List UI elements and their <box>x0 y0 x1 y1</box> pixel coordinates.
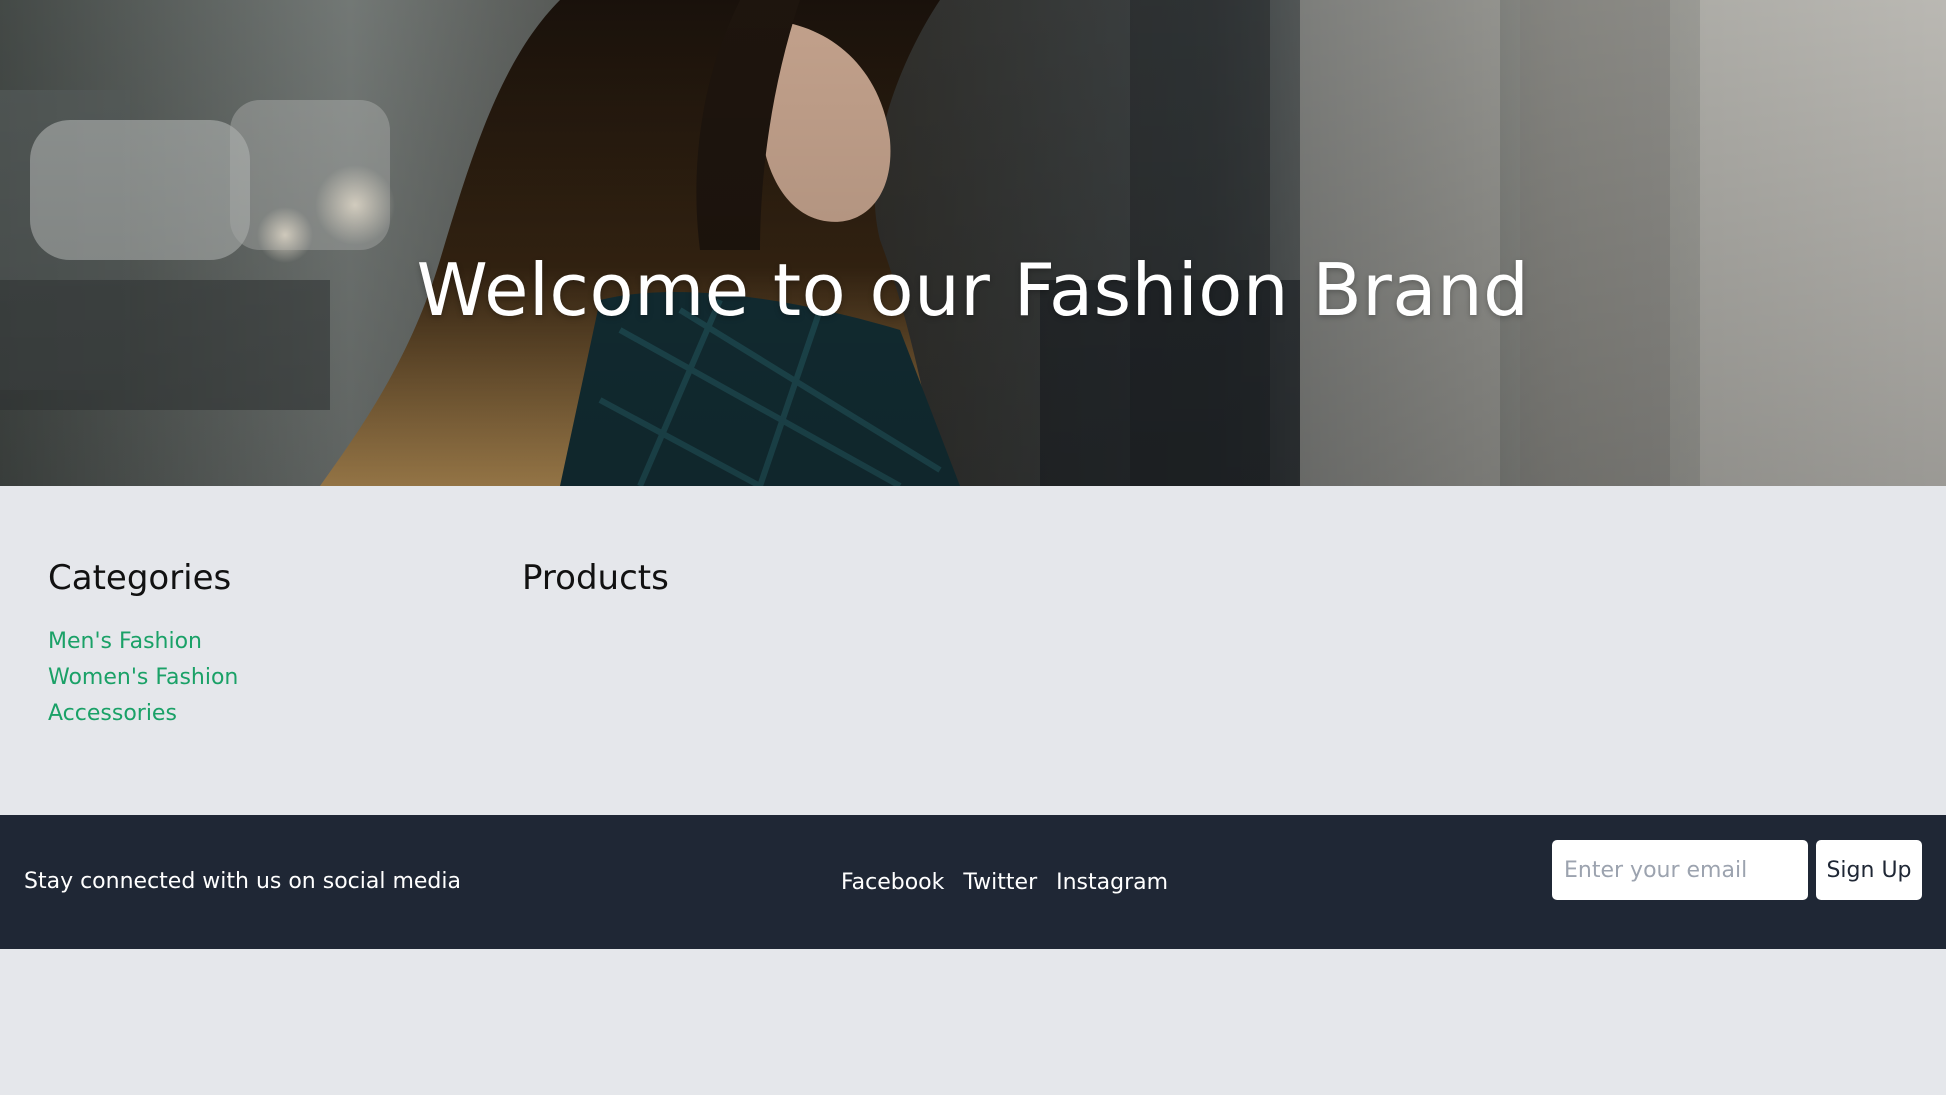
categories-heading: Categories <box>48 558 232 598</box>
social-links: Facebook Twitter Instagram <box>841 815 1168 949</box>
category-link-womens-fashion[interactable]: Women's Fashion <box>48 665 238 690</box>
twitter-link[interactable]: Twitter <box>963 870 1037 895</box>
categories-section: Categories Men's Fashion Women's Fashion… <box>48 558 238 732</box>
hero-photo <box>0 0 1946 486</box>
category-link-mens-fashion[interactable]: Men's Fashion <box>48 629 202 654</box>
hero-banner: Welcome to our Fashion Brand <box>0 0 1946 486</box>
sign-up-button[interactable]: Sign Up <box>1816 840 1922 900</box>
categories-list: Men's Fashion Women's Fashion Accessorie… <box>48 624 238 732</box>
newsletter-form: Sign Up <box>1552 840 1922 900</box>
category-item: Women's Fashion <box>48 660 238 696</box>
footer-tagline: Stay connected with us on social media <box>24 869 461 894</box>
products-section: Products <box>522 558 669 598</box>
instagram-link[interactable]: Instagram <box>1056 870 1168 895</box>
hero-title: Welcome to our Fashion Brand <box>416 248 1530 333</box>
category-link-accessories[interactable]: Accessories <box>48 701 177 726</box>
main-content: Categories Men's Fashion Women's Fashion… <box>0 486 1946 815</box>
site-footer: Stay connected with us on social media F… <box>0 815 1946 949</box>
category-item: Accessories <box>48 696 238 732</box>
facebook-link[interactable]: Facebook <box>841 870 944 895</box>
products-heading: Products <box>522 558 669 598</box>
email-input[interactable] <box>1552 840 1808 900</box>
category-item: Men's Fashion <box>48 624 238 660</box>
